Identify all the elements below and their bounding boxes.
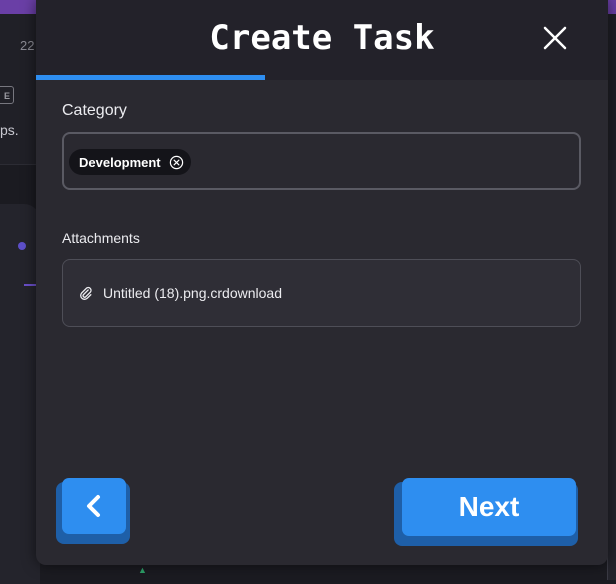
category-chip-label: Development	[79, 154, 161, 170]
modal-header: Create Task	[36, 0, 608, 80]
progress-bar	[36, 75, 608, 80]
close-circle-icon	[169, 155, 184, 169]
progress-bar-fill	[36, 75, 265, 80]
modal-title: Create Task	[209, 18, 435, 58]
back-button[interactable]	[56, 478, 132, 544]
category-chip: Development	[69, 149, 191, 175]
next-button-label: Next	[458, 491, 520, 522]
background-text: ps.	[0, 122, 19, 138]
create-task-modal: Create Task Category Development Attachm…	[36, 0, 608, 565]
attachment-filename: Untitled (18).png.crdownload	[103, 285, 282, 301]
background-badge: E	[0, 86, 14, 104]
background-green-mark: ▲	[138, 565, 147, 575]
chevron-left-icon	[87, 495, 100, 517]
paperclip-icon	[80, 286, 92, 300]
close-icon	[543, 26, 567, 50]
attachment-item[interactable]: Untitled (18).png.crdownload	[62, 259, 581, 327]
background-number: 22	[20, 38, 35, 53]
background-dot	[18, 242, 26, 250]
chip-remove-button[interactable]	[169, 154, 185, 170]
background-right-panel	[607, 160, 616, 580]
next-button[interactable]: Next	[394, 478, 580, 546]
back-button-face	[62, 478, 126, 534]
next-button-face: Next	[402, 478, 576, 536]
category-input[interactable]: Development	[62, 132, 581, 190]
category-label: Category	[62, 102, 127, 119]
close-button[interactable]	[541, 24, 569, 52]
attachments-label: Attachments	[62, 230, 140, 246]
background-panel	[0, 204, 40, 584]
